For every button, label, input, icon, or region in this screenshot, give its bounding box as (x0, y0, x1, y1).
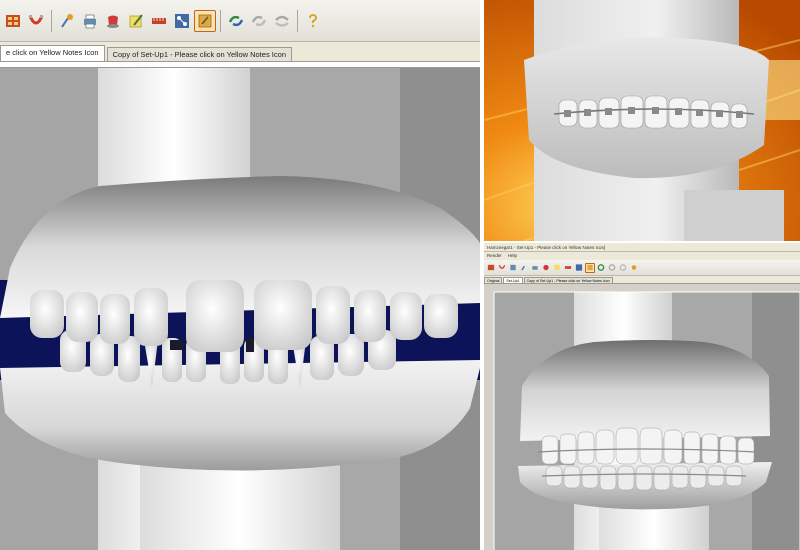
rotate-gray-icon (608, 264, 616, 271)
notes-pencil-icon (129, 13, 143, 27)
mini-3d-viewport[interactable] (484, 286, 800, 550)
tooth-gap-shadow (246, 338, 254, 352)
tab-original[interactable]: Original (484, 277, 503, 283)
toolbar-separator (220, 9, 221, 32)
tooth-red-icon (107, 15, 119, 28)
rotate-disabled-button[interactable] (248, 10, 270, 32)
rotate-alt-disabled-button[interactable] (271, 10, 293, 32)
main-toolbar (0, 0, 480, 42)
grid-icon (510, 264, 516, 271)
tooth-tool-button[interactable] (519, 263, 529, 273)
magnet-tool-button[interactable] (497, 263, 507, 273)
braces-photo-scene (484, 0, 800, 241)
window-title: Hamzeegar1 - Set-Up1 - Please click on Y… (484, 243, 800, 252)
menu-render[interactable]: Render (487, 252, 502, 260)
rotate-button[interactable] (225, 10, 247, 32)
ruler-icon (152, 17, 166, 24)
bracket-icon (175, 13, 189, 28)
rotate-icon (228, 15, 244, 26)
printer-icon (84, 14, 96, 28)
measure-button[interactable] (563, 263, 573, 273)
rotate-gray-alt-icon (619, 264, 627, 271)
help-button[interactable] (302, 10, 324, 32)
braces-model-photo (484, 0, 800, 241)
ruler-icon (564, 266, 572, 269)
rotate-gray-icon (251, 15, 267, 26)
printer-icon (532, 266, 538, 270)
rotate-button[interactable] (596, 263, 606, 273)
magnet-tool-button[interactable] (25, 10, 47, 32)
notes-edit-button[interactable] (552, 263, 562, 273)
tab-copy-of-setup1[interactable]: Copy of Set-Up1 - Please click on Yellow… (523, 277, 613, 283)
yellow-notes-icon (587, 264, 593, 271)
yellow-notes-icon (198, 14, 212, 27)
tab-strip: e click on Yellow Notes Icon Copy of Set… (0, 42, 480, 62)
toolbar-separator (297, 9, 298, 32)
tooth-tool-icon (61, 13, 73, 28)
yellow-notes-button[interactable] (194, 9, 216, 32)
dental-model-scene (0, 68, 480, 550)
tab-current-setup[interactable]: e click on Yellow Notes Icon (0, 45, 105, 61)
measure-button[interactable] (148, 10, 170, 32)
mini-tab-strip: Original Set-Up1 Copy of Set-Up1 - Pleas… (484, 276, 800, 284)
menu-bar: Render Help (484, 252, 800, 260)
tooth-red-icon (543, 264, 549, 271)
menu-help[interactable]: Help (508, 252, 517, 260)
print-button[interactable] (79, 10, 101, 32)
magnet-icon (28, 14, 44, 24)
print-button[interactable] (530, 263, 540, 273)
setup-model-scene (484, 286, 800, 550)
white-pillar-bottom (140, 458, 340, 550)
bracket-button[interactable] (574, 263, 584, 273)
yellow-notes-button[interactable] (585, 262, 595, 273)
magnet-icon (498, 264, 506, 270)
bracket-icon (575, 264, 583, 271)
model-stand-base (684, 190, 784, 241)
help-icon (631, 265, 637, 270)
tooth-tool-button[interactable] (56, 10, 78, 32)
rotate-icon (597, 264, 605, 271)
rotate-disabled-button[interactable] (607, 263, 617, 273)
3d-model-viewport[interactable] (0, 68, 480, 550)
tooth-gap-shadow (170, 340, 184, 350)
rotate-alt-disabled-button[interactable] (618, 263, 628, 273)
notes-pencil-icon (554, 264, 560, 271)
tab-copy-of-setup1[interactable]: Copy of Set-Up1 - Please click on Yellow… (106, 47, 292, 61)
grid-icon (487, 264, 495, 271)
grid-tool-button[interactable] (486, 263, 496, 273)
grid-tool-button[interactable] (508, 263, 518, 273)
tab-setup1[interactable]: Set-Up1 (503, 277, 523, 283)
setup-window: Hamzeegar1 - Set-Up1 - Please click on Y… (484, 241, 800, 550)
tooth-color-button[interactable] (102, 10, 124, 32)
help-button[interactable] (629, 263, 639, 273)
grid-icon (6, 14, 20, 27)
tooth-tool-icon (521, 265, 525, 271)
bracket-button[interactable] (171, 10, 193, 32)
notes-edit-button[interactable] (125, 10, 147, 32)
tooth-color-button[interactable] (541, 263, 551, 273)
toolbar-separator (51, 9, 52, 32)
mini-toolbar (484, 260, 800, 276)
grid-tool-button[interactable] (2, 10, 24, 32)
main-application-window: e click on Yellow Notes Icon Copy of Set… (0, 0, 482, 550)
upper-gum (520, 340, 770, 441)
rotate-gray-alt-icon (275, 15, 289, 27)
help-icon (309, 13, 317, 27)
